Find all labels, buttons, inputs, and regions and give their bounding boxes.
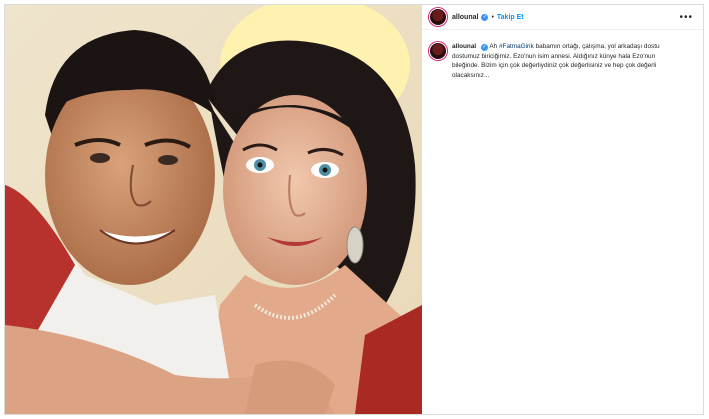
caption-verified-badge-icon: ✓ [480,44,488,51]
hashtag-link[interactable]: #FatmaGirik [499,43,534,50]
vintage-couple-photo [5,5,422,414]
post-photo[interactable] [5,5,422,414]
verified-badge-icon: ✓ [481,13,489,21]
caption: allounal ✓ Ah #FatmaGirik babamın ortağı… [422,30,703,80]
caption-lead: Ah [489,43,498,50]
caption-avatar[interactable] [430,43,446,59]
more-options-icon[interactable]: ••• [679,12,693,23]
post-header: allounal ✓ • Takip Et ••• [422,5,703,30]
caption-username[interactable]: allounal [452,43,476,50]
username[interactable]: allounal [452,14,478,21]
separator-dot: • [491,13,494,21]
follow-button[interactable]: Takip Et [497,14,524,21]
avatar[interactable] [430,9,446,25]
post-sidebar: allounal ✓ • Takip Et ••• allounal ✓ Ah … [422,5,703,414]
caption-text: allounal ✓ Ah #FatmaGirik babamın ortağı… [452,42,670,80]
instagram-post: allounal ✓ • Takip Et ••• allounal ✓ Ah … [4,4,704,415]
